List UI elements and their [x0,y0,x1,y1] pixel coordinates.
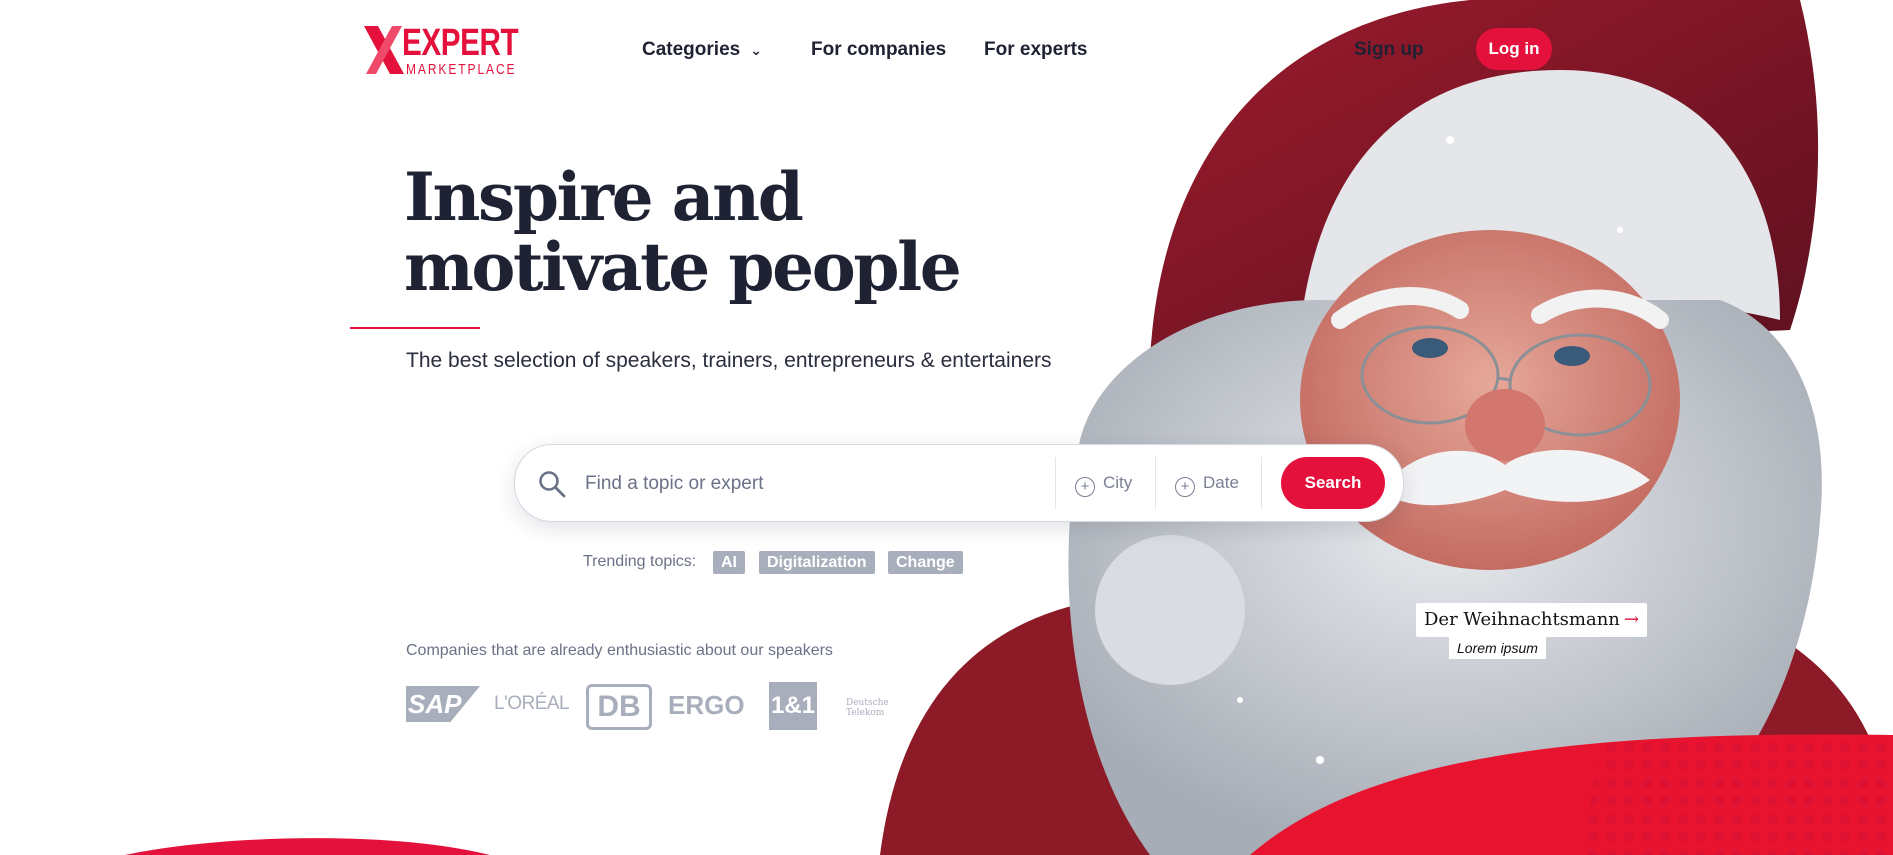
date-filter-label: Date [1203,473,1239,492]
nav-for-companies[interactable]: For companies [811,38,946,62]
logo-wordmark: EXPERT [402,22,519,64]
hero-subtitle: The best selection of speakers, trainers… [406,349,1052,372]
nav-for-experts[interactable]: For experts [984,38,1087,62]
featured-expert-link[interactable]: Der Weihnachtsmann → [1416,603,1647,637]
companies-heading: Companies that are already enthusiastic … [406,642,833,659]
page-title: Inspire and motivate people [404,158,962,306]
logo-1und1: 1&1 [769,682,817,730]
search-input[interactable] [583,463,957,505]
brand-logo[interactable]: EXPERT MARKETPLACE [362,22,532,78]
logo-deutsche-telekom: Deutsche Telekom [846,698,889,718]
search-divider [1261,457,1262,509]
plus-circle-icon: + [1075,477,1095,497]
trending-tag-digitalization[interactable]: Digitalization [759,551,875,574]
search-bar: + City + Date Search [514,444,1404,522]
search-divider [1055,457,1056,509]
search-icon [539,471,566,498]
trending-tag-ai[interactable]: AI [713,551,745,574]
logo-ergo: ERGO [668,690,745,720]
login-button[interactable]: Log in [1476,28,1552,70]
arrow-right-icon: → [1623,609,1639,630]
signup-link[interactable]: Sign up [1354,38,1424,62]
logo-tagline: MARKETPLACE [406,61,517,78]
logo-db: DB [586,684,652,730]
date-filter[interactable]: + Date [1175,471,1239,497]
logo-x-mark [364,26,404,74]
trending-label: Trending topics: [583,553,697,570]
city-filter[interactable]: + City [1075,471,1133,497]
title-underline [350,327,480,329]
logo-loreal: L'ORÉAL [494,693,570,714]
search-divider [1155,457,1156,509]
city-filter-label: City [1103,473,1133,492]
nav-categories-label: Categories [642,39,741,60]
trending-tag-change[interactable]: Change [888,551,963,574]
search-button[interactable]: Search [1281,457,1385,509]
nav-categories[interactable]: Categories ⌄ [642,38,762,62]
hero-image [0,0,1893,855]
chevron-down-icon: ⌄ [750,42,762,58]
plus-circle-icon: + [1175,477,1195,497]
featured-expert-name: Der Weihnachtsmann [1424,609,1620,630]
featured-expert-subtitle: Lorem ipsum [1449,637,1546,659]
